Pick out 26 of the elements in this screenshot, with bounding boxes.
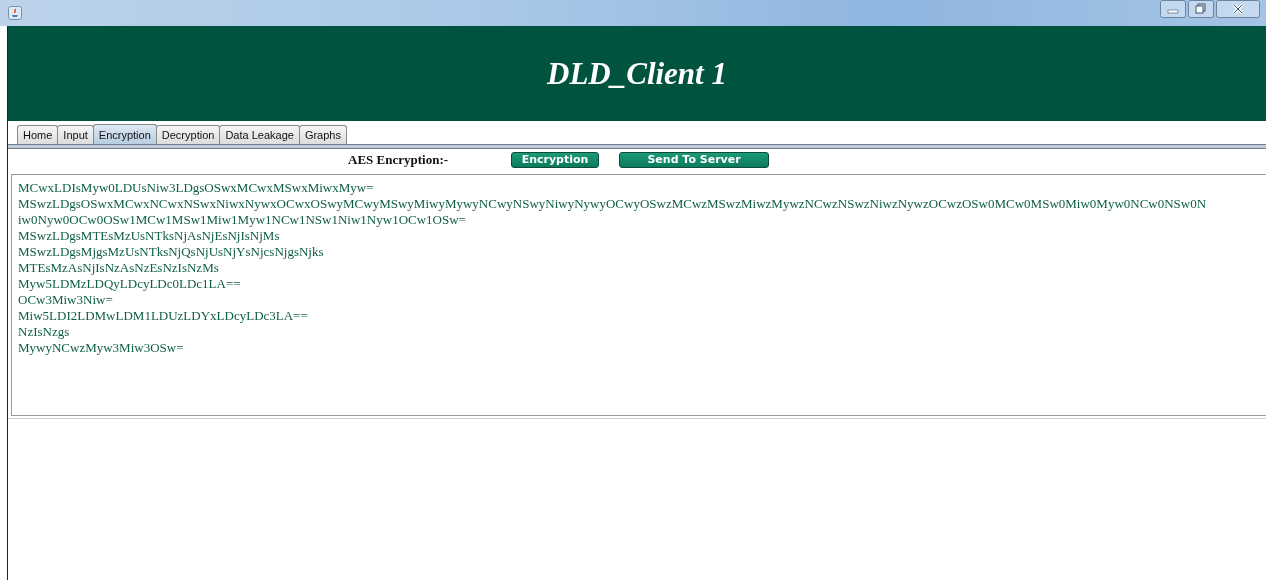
output-line: MTEsMzAsNjIsNzAsNzEsNzIsNzMs <box>18 260 219 276</box>
output-line: Miw5LDI2LDMwLDM1LDUzLDYxLDcyLDc3LA== <box>18 308 308 324</box>
output-line: iw0Nyw0OCw0OSw1MCw1MSw1Miw1Myw1NCw1NSw1Niw1Nyw1OCw1OSw= <box>18 212 466 228</box>
tab[interactable]: Graphs <box>298 125 347 144</box>
tab[interactable]: Encryption <box>92 124 157 144</box>
tab[interactable]: Input <box>57 125 94 144</box>
action-button[interactable]: Send To Server <box>619 151 770 168</box>
output-line: MywyNCwzMyw3Miw3OSw= <box>18 340 184 356</box>
tab[interactable]: Decryption <box>155 125 221 144</box>
minimize-icon[interactable] <box>1160 0 1186 18</box>
output-text-area[interactable] <box>11 174 1266 416</box>
tab[interactable]: Data Leakage <box>219 125 300 144</box>
tab[interactable]: Home <box>17 125 59 144</box>
section-label: AES Encryption:- <box>348 151 449 168</box>
app-title: DLD_Client 1 <box>547 55 727 92</box>
output-line: MSwzLDgsMTEsMzUsNTksNjAsNjEsNjIsNjMs <box>18 228 280 244</box>
output-line: MCwxLDIsMyw0LDUsNiw3LDgsOSwxMCwxMSwxMiwxMyw= <box>18 180 374 196</box>
output-line: MSwzLDgsOSwxMCwxNCwxNSwxNiwxNywxOCwxOSwyMCwyMSwyMiwyMywyNCwyNSwyNiwyNywyOCwyOSwzMCwzMSwzMiwzMywzNCwzNSwzNiwzNywzOCwzOSw0MCw0MSw0Miw0Myw0NCw0NSw0N <box>18 196 1207 212</box>
output-line: OCw3Miw3Niw= <box>18 292 113 308</box>
close-icon[interactable] <box>1216 0 1260 18</box>
maximize-icon[interactable] <box>1188 0 1214 18</box>
output-line: MSwzLDgsMjgsMzUsNTksNjQsNjUsNjYsNjcsNjgsNjks <box>18 244 324 260</box>
output-line: Myw5LDMzLDQyLDcyLDc0LDc1LA== <box>18 276 241 292</box>
app-icon <box>8 6 22 20</box>
action-button[interactable]: Encryption <box>511 151 600 168</box>
output-line: NzIsNzgs <box>18 324 70 340</box>
